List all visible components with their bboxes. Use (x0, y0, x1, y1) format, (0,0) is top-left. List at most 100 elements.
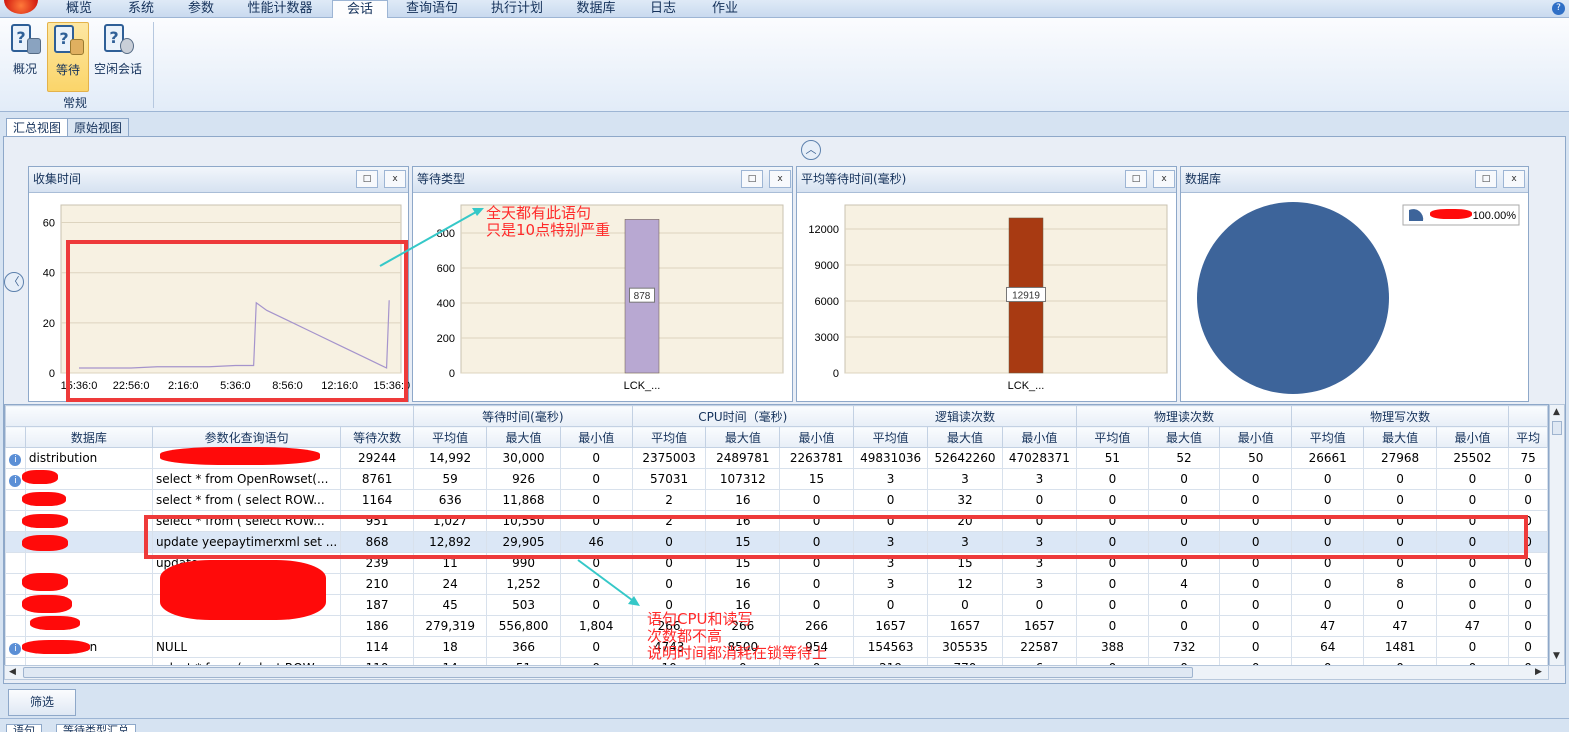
table-cell: 0 (779, 573, 854, 595)
info-icon[interactable]: i (9, 474, 22, 487)
table-cell: 0 (1076, 573, 1149, 595)
close-button[interactable]: x (1153, 170, 1175, 188)
scroll-down-icon[interactable]: ▼ (1553, 651, 1560, 661)
tab-exec-plan[interactable]: 执行计划 (478, 0, 556, 18)
panel-header: 平均等待时间(毫秒) □ x (797, 167, 1176, 193)
overview-button[interactable]: ? 概况 (4, 22, 46, 92)
redaction (22, 470, 58, 484)
panel-title: 平均等待时间(毫秒) (801, 172, 907, 186)
maximize-button[interactable]: □ (1475, 170, 1497, 188)
table-cell: 0 (1508, 489, 1548, 511)
annotation-line: 全天都有此语句 (486, 204, 592, 222)
table-cell: 47 (1363, 615, 1437, 637)
tab-raw-view[interactable]: 原始视图 (67, 118, 130, 137)
scroll-up-icon[interactable]: ▲ (1553, 407, 1560, 417)
column-header[interactable]: 最大值 (927, 426, 1003, 448)
column-header[interactable]: 最大值 (486, 426, 561, 448)
collapse-charts-button[interactable]: ︿ (801, 140, 821, 160)
tab-sessions[interactable]: 会话 (332, 0, 388, 19)
redaction (22, 573, 68, 591)
table-cell: 0 (1291, 594, 1365, 616)
table-row[interactable]: select * from ( select ROW... 1164 636 11,8… (5, 489, 1548, 511)
horizontal-scroll-thumb[interactable] (23, 667, 1193, 678)
column-header[interactable]: 平均值 (1076, 426, 1149, 448)
table-cell: 0 (559, 636, 633, 658)
ribbon-tab-bar: 概览 系统 参数 性能计数器 会话 查询语句 执行计划 数据库 日志 作业 ? (0, 0, 1569, 19)
session-wait-icon: ? (52, 25, 84, 57)
table-cell: 1481 (1363, 636, 1437, 658)
filter-button[interactable]: 筛选 (8, 689, 76, 716)
table-cell: 51 (1076, 447, 1149, 469)
maximize-button[interactable]: □ (1125, 170, 1147, 188)
tab-logs[interactable]: 日志 (634, 0, 692, 18)
idle-session-button[interactable]: ? 空闲会话 (92, 22, 144, 92)
y-tick-label: 3000 (815, 332, 839, 344)
column-header[interactable]: 最小值 (1001, 426, 1078, 448)
column-header[interactable]: 平均值 (412, 426, 488, 448)
vertical-scrollbar[interactable]: ▲ ▼ (1549, 404, 1565, 666)
maximize-button[interactable]: □ (741, 170, 763, 188)
tab-jobs[interactable]: 作业 (696, 0, 754, 18)
vertical-scroll-thumb[interactable] (1552, 421, 1562, 435)
wait-button[interactable]: ? 等待 (47, 22, 89, 92)
y-tick-label: 600 (437, 263, 455, 275)
column-header[interactable]: 最小值 (559, 426, 633, 448)
table-cell: 0 (559, 573, 633, 595)
table-cell: 22587 (1001, 636, 1078, 658)
column-header[interactable]: 平均 (1508, 426, 1548, 448)
column-header[interactable]: 数据库 (24, 426, 153, 448)
table-cell: 0 (1508, 468, 1548, 490)
tab-parameters[interactable]: 参数 (172, 0, 230, 18)
column-header[interactable]: 最小值 (779, 426, 854, 448)
table-cell: 1657 (852, 615, 929, 637)
maximize-button[interactable]: □ (356, 170, 378, 188)
close-button[interactable]: x (1503, 170, 1525, 188)
column-header[interactable]: 参数化查询语句 (151, 426, 342, 448)
info-icon[interactable]: i (9, 453, 22, 466)
database-pie-chart: 100.00% (1197, 202, 1520, 394)
close-button[interactable]: x (384, 170, 406, 188)
info-icon[interactable]: i (9, 642, 22, 655)
y-tick-label: 0 (449, 368, 455, 380)
data-label: 12919 (1012, 290, 1040, 301)
table-cell: 1,804 (559, 615, 633, 637)
scroll-left-button[interactable]: 〈 (4, 272, 24, 292)
scroll-right-icon[interactable]: ▶ (1535, 667, 1542, 677)
table-cell: 47 (1291, 615, 1365, 637)
column-header[interactable]: 平均值 (852, 426, 929, 448)
y-tick-label: 6000 (815, 296, 839, 308)
panel-header: 数据库 □ x (1181, 167, 1528, 193)
table-cell: select * from ( select ROW... (151, 489, 342, 511)
column-header[interactable]: 最小值 (1219, 426, 1293, 448)
column-header[interactable]: 平均值 (1291, 426, 1365, 448)
table-cell: 3 (852, 573, 929, 595)
help-icon[interactable]: ? (1552, 2, 1565, 15)
column-header[interactable]: 最大值 (705, 426, 781, 448)
group-header: 物理写次数 (1291, 405, 1510, 427)
row-indicator (5, 615, 26, 637)
row-highlight-box (144, 515, 1528, 559)
tab-statements[interactable]: 语句 (6, 724, 42, 732)
close-button[interactable]: x (769, 170, 791, 188)
tab-system[interactable]: 系统 (112, 0, 170, 18)
column-header[interactable]: 等待次数 (340, 426, 414, 448)
tab-queries[interactable]: 查询语句 (394, 0, 470, 18)
table-row[interactable]: i select * from OpenRowset(... 8761 59 926 0 5… (5, 468, 1548, 490)
tab-overview[interactable]: 概览 (48, 0, 110, 18)
column-header[interactable]: 最大值 (1147, 426, 1221, 448)
column-header[interactable]: 最大值 (1363, 426, 1437, 448)
column-header[interactable]: 最小值 (1435, 426, 1510, 448)
annotation-line: 只是10点特别严重 (486, 221, 611, 239)
horizontal-scrollbar[interactable]: ◀ ▶ (4, 665, 1549, 680)
tab-wait-type-summary[interactable]: 等待类型汇总 (56, 724, 136, 732)
tab-perf-counters[interactable]: 性能计数器 (232, 0, 328, 18)
table-cell: 0 (1219, 615, 1293, 637)
tab-database[interactable]: 数据库 (564, 0, 628, 18)
avg-wait-panel: 平均等待时间(毫秒) □ x 0 3000 6000 9000 12000 12919 LC… (796, 166, 1177, 402)
row-indicator-header (5, 426, 26, 448)
group-header: 逻辑读次数 (852, 405, 1078, 427)
tab-summary-view[interactable]: 汇总视图 (6, 118, 69, 137)
scroll-left-icon[interactable]: ◀ (9, 667, 16, 677)
app-menu-button[interactable] (4, 0, 38, 14)
column-header[interactable]: 平均值 (631, 426, 707, 448)
